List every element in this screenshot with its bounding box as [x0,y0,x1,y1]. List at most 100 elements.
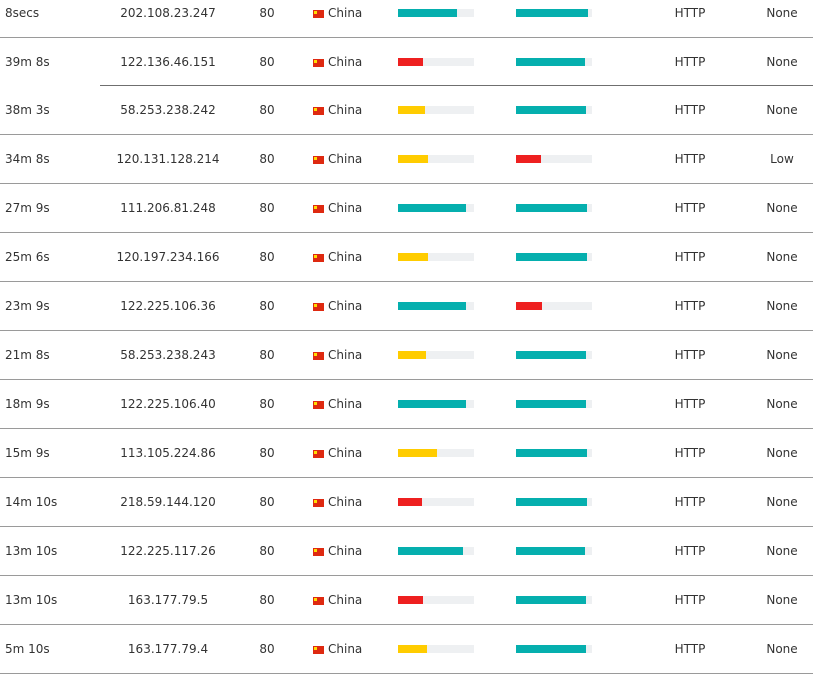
table-row: 13m 10s 163.177.79.5 80 China HTTP None [0,576,813,625]
country: China [313,233,362,281]
last-checked: 8secs [5,6,40,20]
speed-bar-fill [398,155,429,163]
table-row: 27m 9s 111.206.81.248 80 China HTTP None [0,184,813,233]
ip-address[interactable]: 120.131.128.214 [100,135,236,183]
country: China [313,135,362,183]
uptime-bar-fill [516,9,589,17]
ip-address[interactable]: 58.253.238.242 [100,86,236,134]
uptime-bar [516,106,592,114]
country-name: China [328,495,363,509]
ip-address[interactable]: 218.59.144.120 [100,478,236,526]
table-row: 25m 6s 120.197.234.166 80 China HTTP Non… [0,233,813,282]
china-flag-icon [313,9,324,18]
port: 80 [259,103,275,117]
uptime-bar-fill [516,400,586,408]
last-checked: 34m 8s [5,152,50,166]
china-flag-icon [313,302,324,311]
port: 80 [259,250,275,264]
table-row: 38m 3s 58.253.238.242 80 China HTTP None [0,86,813,135]
country-name: China [328,593,363,607]
anonymity-level: None [766,495,798,509]
country-name: China [328,544,363,558]
speed-bar [398,547,474,555]
anonymity-level: None [766,299,798,313]
anonymity-level: None [766,6,798,20]
ip-address[interactable]: 163.177.79.5 [100,576,236,624]
ip-address[interactable]: 122.136.46.151 [100,38,236,86]
speed-bar [398,498,474,506]
ip-address[interactable]: 163.177.79.4 [100,625,236,673]
ip-address[interactable]: 202.108.23.247 [100,0,236,37]
proxy-type: HTTP [674,201,706,215]
last-checked: 38m 3s [5,103,50,117]
uptime-bar-fill [516,351,586,359]
port: 80 [259,299,275,313]
speed-bar-fill [398,645,427,653]
ip-address[interactable]: 122.225.117.26 [100,527,236,575]
speed-bar-fill [398,351,427,359]
country: China [313,527,362,575]
table-row: 8secs 202.108.23.247 80 China HTTP None [0,0,813,38]
table-row: 34m 8s 120.131.128.214 80 China HTTP Low [0,135,813,184]
anonymity-level: None [766,544,798,558]
country: China [313,331,362,379]
speed-bar [398,204,474,212]
proxy-type: HTTP [674,397,706,411]
uptime-bar-fill [516,204,588,212]
port: 80 [259,6,275,20]
last-checked: 5m 10s [5,642,50,656]
port: 80 [259,593,275,607]
ip-address[interactable]: 120.197.234.166 [100,233,236,281]
ip-address[interactable]: 111.206.81.248 [100,184,236,232]
country-name: China [328,201,363,215]
proxy-type: HTTP [674,103,706,117]
last-checked: 27m 9s [5,201,50,215]
country-name: China [328,55,363,69]
speed-bar [398,58,474,66]
ip-address[interactable]: 113.105.224.86 [100,429,236,477]
country-name: China [328,348,363,362]
speed-bar [398,155,474,163]
port: 80 [259,55,275,69]
china-flag-icon [313,400,324,409]
country: China [313,0,362,37]
country: China [313,86,362,134]
uptime-bar [516,547,592,555]
uptime-bar [516,645,592,653]
ip-address[interactable]: 122.225.106.36 [100,282,236,330]
speed-bar-fill [398,400,467,408]
uptime-bar-fill [516,58,586,66]
ip-address[interactable]: 122.225.106.40 [100,380,236,428]
country: China [313,625,362,673]
proxy-type: HTTP [674,299,706,313]
table-row: 39m 8s 122.136.46.151 80 China HTTP None [0,38,813,86]
port: 80 [259,348,275,362]
china-flag-icon [313,204,324,213]
country-name: China [328,397,363,411]
china-flag-icon [313,351,324,360]
country-name: China [328,6,363,20]
speed-bar-fill [398,498,423,506]
china-flag-icon [313,58,324,67]
table-row: 14m 10s 218.59.144.120 80 China HTTP Non… [0,478,813,527]
last-checked: 39m 8s [5,55,50,69]
last-checked: 13m 10s [5,544,58,558]
country-name: China [328,103,363,117]
uptime-bar-fill [516,596,586,604]
table-row: 23m 9s 122.225.106.36 80 China HTTP None [0,282,813,331]
uptime-bar-fill [516,253,588,261]
port: 80 [259,152,275,166]
country: China [313,478,362,526]
china-flag-icon [313,106,324,115]
proxy-type: HTTP [674,446,706,460]
proxy-type: HTTP [674,544,706,558]
uptime-bar [516,302,592,310]
port: 80 [259,642,275,656]
speed-bar [398,400,474,408]
ip-address[interactable]: 58.253.238.243 [100,331,236,379]
speed-bar-fill [398,204,467,212]
speed-bar [398,596,474,604]
anonymity-level: None [766,55,798,69]
speed-bar-fill [398,302,467,310]
country: China [313,576,362,624]
